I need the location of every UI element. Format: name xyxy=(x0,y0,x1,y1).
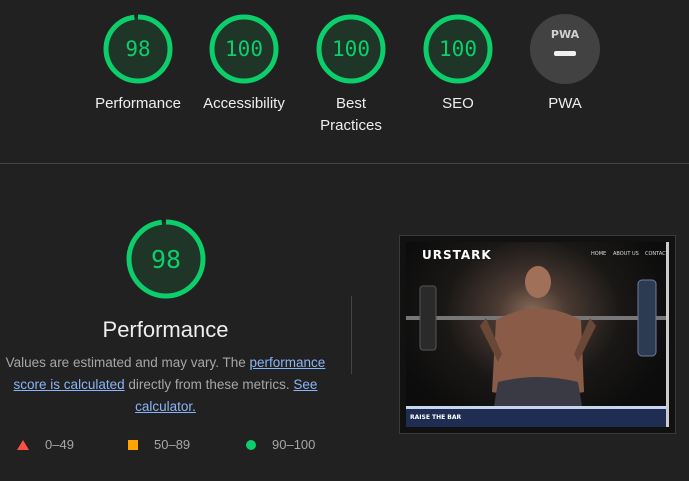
legend-range: 50–89 xyxy=(154,437,191,452)
site-nav-item: ABOUT US xyxy=(613,251,639,257)
score-legend: 0–49 50–89 90–100 xyxy=(0,437,340,459)
pwa-badge-text: PWA xyxy=(551,28,580,41)
category-label: Accessibility xyxy=(203,95,285,112)
category-label: SEO xyxy=(442,95,474,112)
category-label-line1: Best xyxy=(335,95,366,112)
legend-range: 90–100 xyxy=(272,437,316,452)
performance-big-gauge: 98 xyxy=(125,218,207,305)
score-ring: 100 xyxy=(316,14,386,84)
circle-icon xyxy=(246,439,256,450)
site-banner: RAISE THE BAR xyxy=(406,409,669,427)
score-value: 100 xyxy=(225,37,263,61)
description-text: directly from these metrics. xyxy=(124,377,294,392)
gauge-pwa[interactable]: PWA PWA xyxy=(510,14,620,115)
category-label: Performance xyxy=(95,95,181,112)
pwa-badge: PWA xyxy=(530,14,600,84)
score-ring: 100 xyxy=(209,14,279,84)
score-value: 98 xyxy=(125,37,150,61)
screenshot-scrollbar xyxy=(666,242,669,427)
square-icon xyxy=(128,439,138,450)
score-ring: 98 xyxy=(103,14,173,84)
site-brand: URSTARK xyxy=(422,248,492,262)
triangle-icon xyxy=(17,439,29,450)
banner-text: RAISE THE BAR xyxy=(410,414,462,421)
performance-title: Performance xyxy=(102,317,229,342)
dash-icon xyxy=(554,51,576,56)
final-screenshot[interactable]: URSTARK HOME ABOUT US CONTACT RAISE THE … xyxy=(399,235,676,434)
legend-average: 50–89 xyxy=(128,437,190,452)
gauge-performance[interactable]: 98 Performance xyxy=(83,14,193,115)
site-nav-item: HOME xyxy=(591,251,607,257)
category-gauges: 98 Performance 100 Accessibility 100 Bes… xyxy=(0,0,689,163)
score-value: 100 xyxy=(332,37,370,61)
score-value: 100 xyxy=(439,37,477,61)
gym-scene-image xyxy=(406,266,669,406)
vertical-divider xyxy=(351,296,352,374)
score-ring: 98 xyxy=(126,219,206,299)
gauge-best-practices[interactable]: 100 Best Practices xyxy=(296,14,406,137)
gauge-accessibility[interactable]: 100 Accessibility xyxy=(189,14,299,115)
description-text: Values are estimated and may vary. The xyxy=(5,355,250,370)
legend-fail: 0–49 xyxy=(17,437,74,452)
score-ring: 100 xyxy=(423,14,493,84)
section-divider xyxy=(0,163,689,164)
category-label: PWA xyxy=(548,95,582,112)
category-label-line2: Practices xyxy=(320,117,382,134)
score-value: 98 xyxy=(151,245,181,274)
gauge-seo[interactable]: 100 SEO xyxy=(403,14,513,115)
legend-pass: 90–100 xyxy=(246,437,315,452)
performance-description: Values are estimated and may vary. The p… xyxy=(0,352,331,418)
screenshot-image: URSTARK HOME ABOUT US CONTACT RAISE THE … xyxy=(406,242,669,427)
category-label: Best Practices xyxy=(296,93,406,137)
legend-range: 0–49 xyxy=(45,437,74,452)
